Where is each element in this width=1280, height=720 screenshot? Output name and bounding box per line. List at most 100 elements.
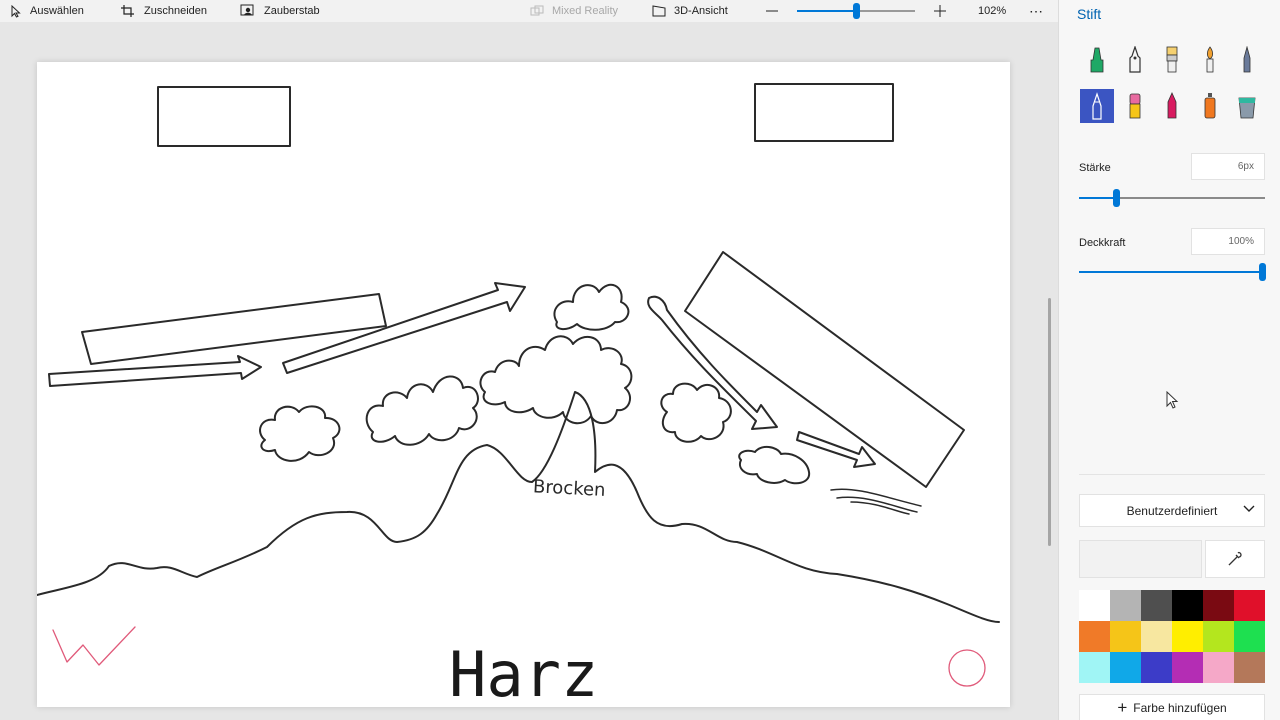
panel-divider [1079, 474, 1265, 475]
peak-label: Brocken [532, 476, 606, 501]
top-toolbar: Auswählen Zuschneiden Zauberstab Mixed R… [0, 0, 1058, 22]
crop-button[interactable]: Zuschneiden [120, 0, 207, 22]
label-box-slanted-right [684, 251, 965, 488]
oil-brush-icon [1166, 46, 1178, 73]
color-swatch[interactable] [1172, 621, 1203, 652]
wind-arrow-2 [282, 282, 526, 374]
tool-pixel-pen[interactable] [1230, 43, 1264, 77]
watercolor-icon [1206, 46, 1213, 73]
plus-icon: + [1117, 698, 1128, 717]
opacity-input[interactable]: 100% [1191, 228, 1265, 255]
zoom-slider-thumb[interactable] [853, 3, 860, 19]
current-color-preview [1079, 540, 1202, 578]
add-color-button[interactable]: + Farbe hinzufügen [1079, 694, 1265, 720]
tool-marker[interactable] [1080, 43, 1114, 77]
drawing-title: Harz [449, 638, 598, 707]
color-swatch[interactable] [1079, 652, 1110, 683]
color-swatch[interactable] [1203, 590, 1234, 621]
view-3d-icon [652, 5, 666, 17]
select-button[interactable]: Auswählen [10, 0, 84, 22]
color-swatch[interactable] [1141, 652, 1172, 683]
select-arrow-icon [11, 4, 21, 18]
compass-o-mark [948, 649, 986, 687]
plus-icon [934, 5, 946, 17]
color-swatch[interactable] [1172, 652, 1203, 683]
eyedropper-button[interactable] [1205, 540, 1265, 578]
color-swatch[interactable] [1079, 590, 1110, 621]
tool-crayon[interactable] [1155, 89, 1189, 123]
label-box-slanted-left [81, 293, 387, 365]
zoom-out-button[interactable] [766, 0, 778, 22]
zoom-slider[interactable] [797, 3, 915, 19]
dropdown-label: Benutzerdefiniert [1126, 503, 1218, 518]
color-swatch[interactable] [1110, 590, 1141, 621]
pixel-pen-icon [1243, 46, 1251, 73]
vertical-scrollbar[interactable] [1048, 298, 1051, 546]
tool-watercolor[interactable] [1193, 43, 1227, 77]
opacity-slider[interactable] [1079, 263, 1266, 281]
zoom-value: 102% [978, 5, 1007, 17]
tool-fill-bucket[interactable] [1230, 89, 1264, 123]
spray-can-icon [1204, 93, 1215, 119]
mouse-cursor-icon [1166, 391, 1179, 409]
zoom-in-button[interactable] [934, 0, 946, 22]
color-swatch[interactable] [1234, 621, 1265, 652]
crayon-icon [1167, 92, 1177, 119]
color-swatch[interactable] [1079, 621, 1110, 652]
color-swatch[interactable] [1110, 621, 1141, 652]
marker-icon [1090, 47, 1104, 73]
thickness-slider-fill [1079, 197, 1116, 199]
fill-bucket-icon [1238, 97, 1256, 119]
color-swatch[interactable] [1110, 652, 1141, 683]
zoom-slider-fill [797, 10, 856, 12]
color-swatch[interactable] [1203, 621, 1234, 652]
color-palette [1079, 590, 1265, 683]
panel-title: Stift [1077, 6, 1102, 22]
thickness-slider-thumb[interactable] [1113, 189, 1120, 207]
canvas-area: Brocken Harz [0, 22, 1058, 720]
color-swatch[interactable] [1234, 652, 1265, 683]
color-swatch[interactable] [1234, 590, 1265, 621]
thickness-slider[interactable] [1079, 189, 1265, 207]
cloud-5 [660, 382, 732, 443]
opacity-slider-fill [1079, 271, 1262, 273]
tool-spray-can[interactable] [1193, 89, 1227, 123]
mixed-reality-icon [530, 5, 544, 16]
cloud-1 [259, 405, 341, 462]
cloud-3 [479, 335, 633, 425]
view-3d-button[interactable]: 3D-Ansicht [652, 0, 728, 22]
drawing-canvas[interactable]: Brocken Harz [37, 62, 1010, 707]
cloud-6 [738, 446, 811, 485]
view-3d-label: 3D-Ansicht [674, 5, 728, 17]
magic-select-label: Zauberstab [264, 5, 320, 17]
mixed-reality-label: Mixed Reality [552, 5, 619, 17]
more-options-button[interactable]: ⋯ [1029, 0, 1044, 22]
sketch-drawing: Brocken Harz [37, 83, 1000, 707]
opacity-label: Deckkraft [1079, 237, 1126, 249]
compass-w-mark [52, 626, 136, 666]
tool-pencil[interactable] [1080, 89, 1114, 123]
label-box-top-right [754, 83, 894, 142]
color-mode-dropdown[interactable]: Benutzerdefiniert [1079, 494, 1265, 527]
mixed-reality-button[interactable]: Mixed Reality [530, 0, 618, 22]
tool-eraser[interactable] [1118, 89, 1152, 123]
color-swatch[interactable] [1141, 590, 1172, 621]
calligraphy-pen-icon [1128, 46, 1141, 73]
eyedropper-icon [1228, 551, 1242, 566]
cloud-4 [553, 283, 630, 331]
tool-oil-brush[interactable] [1155, 43, 1189, 77]
magic-select-icon [240, 4, 254, 16]
thickness-input[interactable]: 6px [1191, 153, 1265, 180]
label-box-top-left [157, 86, 291, 147]
crop-label: Zuschneiden [144, 5, 207, 17]
brush-panel: Stift Stärke 6px Deckkraft 100% Benutzer… [1058, 0, 1280, 720]
color-swatch[interactable] [1172, 590, 1203, 621]
crop-icon [121, 5, 134, 17]
color-swatch[interactable] [1203, 652, 1234, 683]
tool-calligraphy-pen[interactable] [1118, 43, 1152, 77]
add-color-label: Farbe hinzufügen [1133, 701, 1227, 715]
opacity-slider-thumb[interactable] [1259, 263, 1266, 281]
magic-select-button[interactable]: Zauberstab [240, 0, 320, 22]
cloud-2 [365, 375, 479, 446]
color-swatch[interactable] [1141, 621, 1172, 652]
